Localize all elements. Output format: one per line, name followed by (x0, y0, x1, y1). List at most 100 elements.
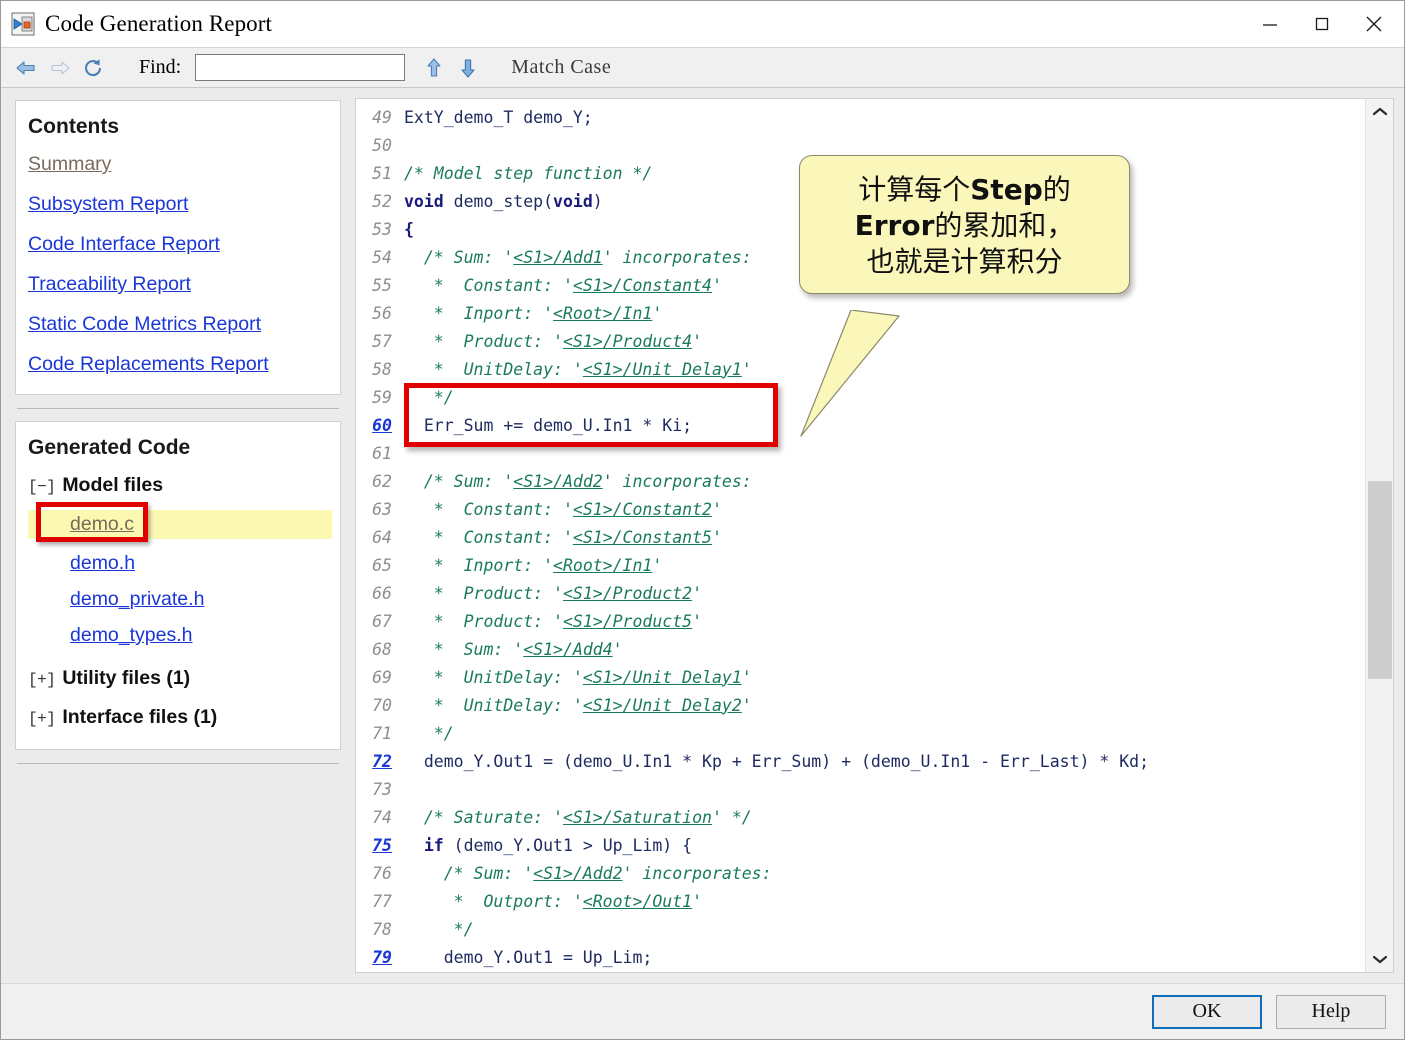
code-line-text: * Constant: '<S1>/Constant4' (404, 276, 1365, 295)
code-line: 79 demo_Y.Out1 = Up_Lim; (356, 943, 1365, 971)
code-line-text: if (demo_Y.Out1 > Up_Lim) { (404, 836, 1365, 855)
code-line-number-link[interactable]: 72 (356, 752, 404, 771)
code-token: ' */ (711, 807, 752, 827)
code-generation-report-window: Code Generation Report Find: Match Case … (0, 0, 1405, 1040)
sidebar-item-traceability-report[interactable]: Traceability Report (28, 273, 191, 296)
code-token: ' (652, 303, 663, 323)
code-line: 59 */ (356, 383, 1365, 411)
file-link-demo-h[interactable]: demo.h (70, 552, 135, 575)
sidebar: Contents Summary Subsystem Report Code I… (1, 88, 353, 983)
match-case-label[interactable]: Match Case (511, 56, 611, 79)
code-token: demo_Y.Out1 = (demo_U.In1 * Kp + Err_Sum… (404, 751, 1150, 771)
code-token: * Outport: ' (404, 891, 583, 911)
code-line: 57 * Product: '<S1>/Product4' (356, 327, 1365, 355)
code-line: 75 if (demo_Y.Out1 > Up_Lim) { (356, 831, 1365, 859)
file-link-demo-c[interactable]: demo.c (70, 513, 134, 535)
code-block-link[interactable]: <S1>/Constant4 (573, 276, 712, 295)
arrow-down-icon[interactable] (451, 52, 485, 84)
sidebar-item-summary[interactable]: Summary (28, 153, 111, 176)
tree-group-utility-files[interactable]: [+] Utility files (1) (28, 667, 328, 690)
code-line: 72 demo_Y.Out1 = (demo_U.In1 * Kp + Err_… (356, 747, 1365, 775)
code-block-link[interactable]: <S1>/Constant2 (573, 500, 712, 519)
file-link-demo-private-h[interactable]: demo_private.h (70, 588, 204, 611)
code-block-link[interactable]: <S1>/Product4 (563, 332, 692, 351)
tree-group-interface-files[interactable]: [+] Interface files (1) (28, 706, 328, 729)
contents-panel: Contents Summary Subsystem Report Code I… (15, 100, 341, 395)
reload-icon[interactable] (77, 52, 111, 84)
code-line-number: 71 (372, 723, 392, 743)
expand-toggle-icon[interactable]: [+] (28, 710, 56, 728)
chevron-up-icon[interactable] (1366, 99, 1393, 125)
code-token: ' (612, 639, 623, 659)
chevron-down-icon[interactable] (1366, 946, 1393, 972)
code-block-link[interactable]: <S1>/Add4 (523, 640, 612, 659)
tree-group-label: Interface files (1) (62, 706, 218, 728)
code-block-link[interactable]: <S1>/Add1 (513, 248, 602, 267)
code-token: * Constant: ' (404, 499, 573, 519)
code-scroll-region[interactable]: 49 ExtY_demo_T demo_Y; 50 51 /* Model step f… (356, 99, 1365, 972)
code-block-link[interactable]: <S1>/Product5 (563, 612, 692, 631)
code-line-text: demo_Y.Out1 = (demo_U.In1 * Kp + Err_Sum… (404, 752, 1365, 771)
code-line-text: demo_Y.Out1 = Up_Lim; (404, 948, 1365, 967)
code-token: * UnitDelay: ' (404, 695, 583, 715)
code-block-link[interactable]: <Root>/In1 (553, 556, 652, 575)
code-line-text: /* Sum: '<S1>/Add1' incorporates: (404, 248, 1365, 267)
ok-button[interactable]: OK (1152, 994, 1262, 1029)
code-line-number: 74 (372, 807, 392, 827)
code-token: ' (741, 695, 752, 715)
code-listing: 49 ExtY_demo_T demo_Y; 50 51 /* Model step f… (356, 103, 1365, 972)
navigation-toolbar: Find: Match Case (1, 47, 1404, 88)
file-link-demo-types-h[interactable]: demo_types.h (70, 624, 193, 647)
code-line: 58 * UnitDelay: '<S1>/Unit Delay1' (356, 355, 1365, 383)
code-line: 74 /* Saturate: '<S1>/Saturation' */ (356, 803, 1365, 831)
expand-toggle-icon[interactable]: [+] (28, 671, 56, 689)
code-line-text: * Product: '<S1>/Product4' (404, 332, 1365, 351)
scrollbar-thumb[interactable] (1368, 481, 1392, 679)
code-line-text: */ (404, 920, 1365, 939)
vertical-scrollbar[interactable] (1365, 99, 1393, 972)
code-line-number: 66 (372, 583, 392, 603)
code-block-link[interactable]: <S1>/Add2 (533, 864, 622, 883)
sidebar-item-code-replacements-report[interactable]: Code Replacements Report (28, 353, 269, 376)
code-block-link[interactable]: <S1>/Product2 (563, 584, 692, 603)
code-token: * Sum: ' (404, 639, 524, 659)
code-line-text: { (404, 220, 1365, 239)
code-line: 60 Err_Sum += demo_U.In1 * Ki; (356, 411, 1365, 439)
code-token: ) (592, 191, 603, 211)
arrow-up-icon[interactable] (417, 52, 451, 84)
code-block-link[interactable]: <S1>/Unit Delay2 (583, 696, 742, 715)
code-token: ExtY_demo_T demo_Y; (404, 107, 593, 127)
code-block-link[interactable]: <S1>/Unit Delay1 (583, 668, 742, 687)
search-input[interactable] (195, 54, 406, 81)
code-line: 78 */ (356, 915, 1365, 943)
code-block-link[interactable]: <S1>/Constant5 (573, 528, 712, 547)
file-item-demo-c[interactable]: demo.c (28, 502, 332, 542)
code-line-text: /* Model step function */ (404, 164, 1365, 183)
sidebar-item-code-interface-report[interactable]: Code Interface Report (28, 233, 220, 256)
code-line-number-link[interactable]: 75 (356, 836, 404, 855)
sidebar-item-subsystem-report[interactable]: Subsystem Report (28, 193, 188, 216)
code-token: demo_step( (443, 191, 554, 211)
code-token: ' (692, 583, 703, 603)
code-block-link[interactable]: <S1>/Unit Delay1 (583, 360, 742, 379)
sidebar-item-static-code-metrics-report[interactable]: Static Code Metrics Report (28, 313, 261, 336)
help-button[interactable]: Help (1276, 994, 1386, 1029)
code-line: 54 /* Sum: '<S1>/Add1' incorporates: (356, 243, 1365, 271)
code-line-text: * UnitDelay: '<S1>/Unit Delay2' (404, 696, 1365, 715)
back-arrow-icon[interactable] (9, 52, 43, 84)
code-token: ' (692, 611, 703, 631)
collapse-toggle-icon[interactable]: [−] (28, 478, 56, 496)
code-block-link[interactable]: <Root>/In1 (553, 304, 652, 323)
minimize-button[interactable] (1244, 1, 1296, 47)
code-line-number-link[interactable]: 60 (356, 416, 404, 435)
code-block-link[interactable]: <S1>/Saturation (563, 808, 712, 827)
code-line-number: 53 (372, 219, 392, 239)
code-block-link[interactable]: <Root>/Out1 (583, 892, 692, 911)
code-line-number-link[interactable]: 79 (356, 948, 404, 967)
code-token: (demo_Y.Out1 > Up_Lim) { (443, 835, 693, 855)
maximize-button[interactable] (1296, 1, 1348, 47)
code-block-link[interactable]: <S1>/Add2 (513, 472, 602, 491)
tree-group-model-files[interactable]: [−] Model files (28, 474, 328, 497)
close-button[interactable] (1348, 1, 1400, 47)
code-token: * UnitDelay: ' (404, 667, 583, 687)
